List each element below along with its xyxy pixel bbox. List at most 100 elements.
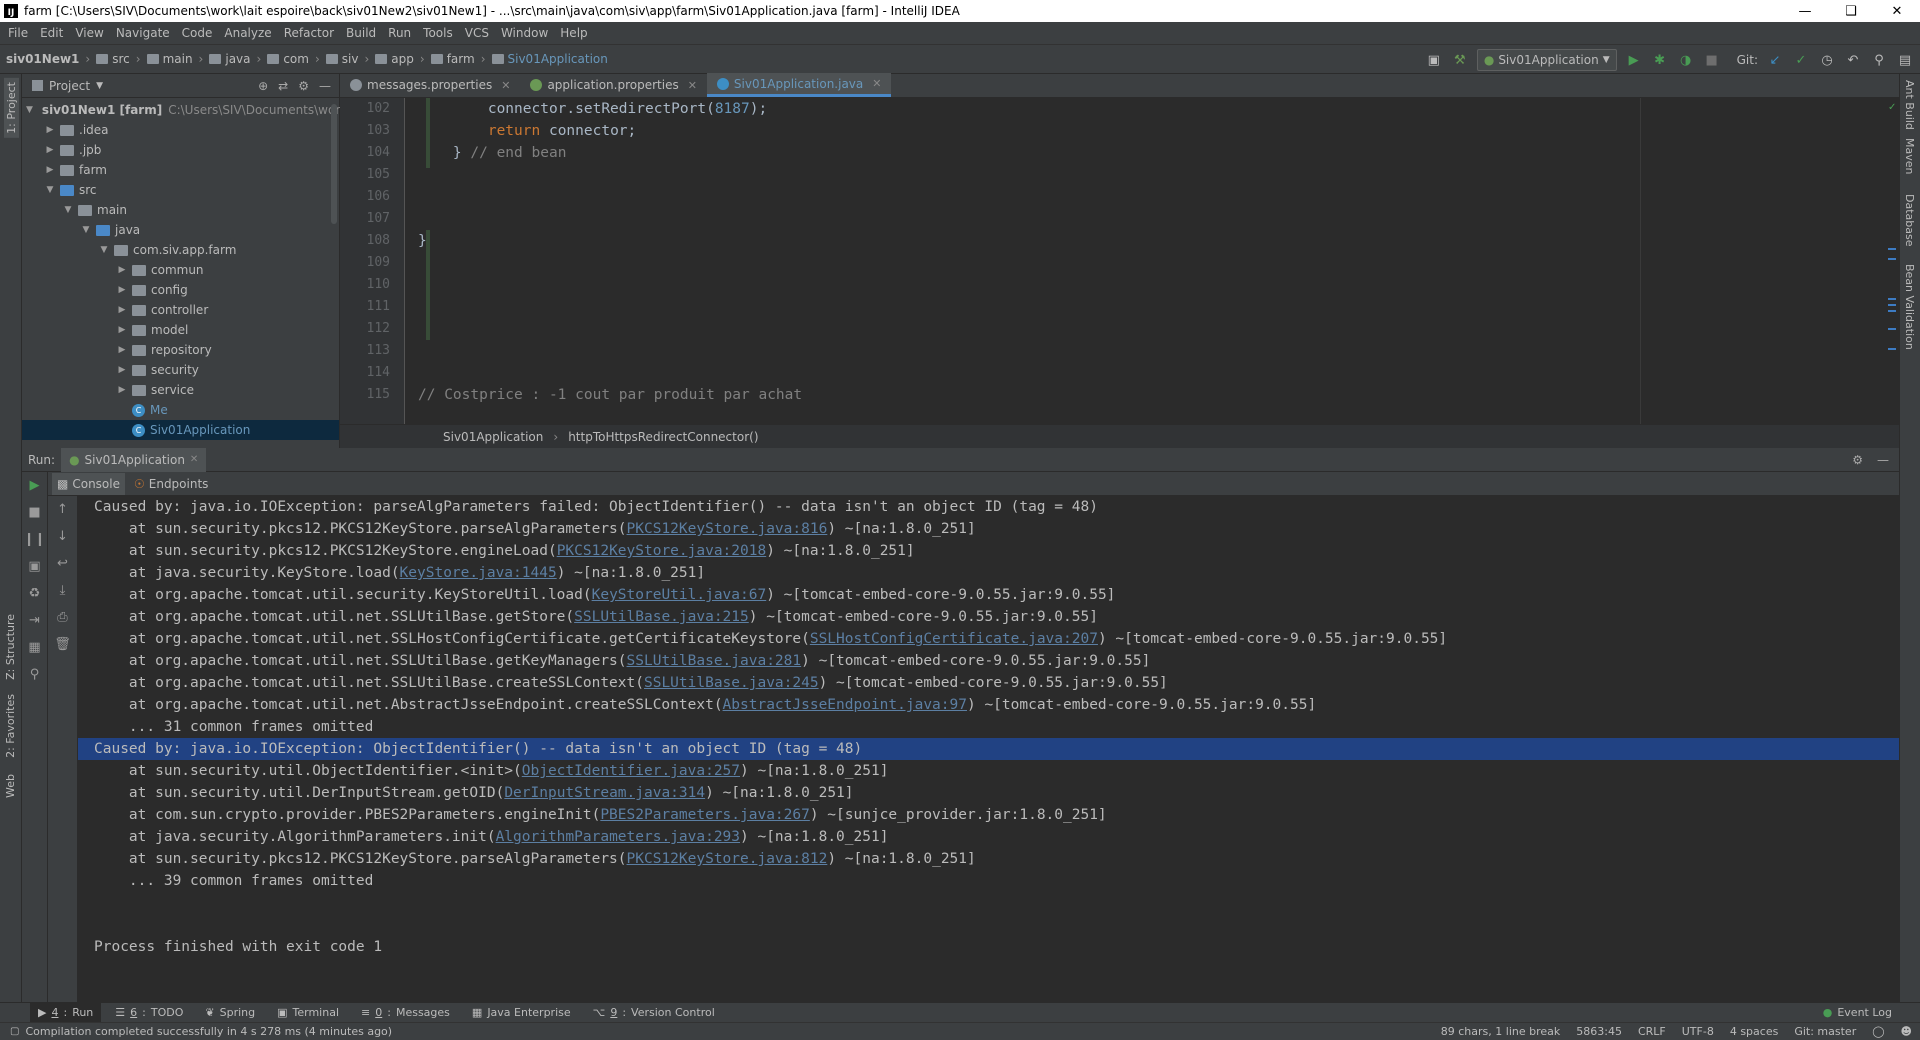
close-icon[interactable]: ✕ <box>190 454 198 465</box>
git-update-icon[interactable]: ↙ <box>1766 51 1784 69</box>
tree-item[interactable]: C Siv01Application <box>22 420 339 440</box>
web-tool-button[interactable]: Web <box>4 774 17 798</box>
chevron-down-icon[interactable]: ▼ <box>98 245 110 255</box>
lock-icon[interactable]: ◯ <box>1864 1025 1892 1038</box>
scroll-to-end-icon[interactable]: ⤓ <box>48 577 77 604</box>
close-icon[interactable]: ✕ <box>688 79 697 92</box>
source-link[interactable]: SSLHostConfigCertificate.java:207 <box>810 631 1098 647</box>
pin-icon[interactable]: ⚲ <box>22 661 47 688</box>
editor-tab[interactable]: Siv01Application.java ✕ <box>706 73 892 97</box>
bottom-tab-terminal[interactable]: ▣ Terminal <box>269 1003 347 1023</box>
status-message[interactable]: Compilation completed successfully in 4 … <box>25 1025 1432 1038</box>
chevron-right-icon[interactable]: ▶ <box>116 365 128 375</box>
presentation-icon[interactable]: ▤ <box>1896 51 1914 69</box>
breadcrumb-item[interactable]: main › <box>146 52 210 66</box>
menu-item-window[interactable]: Window <box>495 26 554 40</box>
indent-setting[interactable]: 4 spaces <box>1722 1025 1787 1038</box>
tree-item[interactable]: ▶ model <box>22 320 339 340</box>
source-link[interactable]: PKCS12KeyStore.java:812 <box>627 851 828 867</box>
breadcrumb-item[interactable]: src › <box>96 52 146 66</box>
chevron-right-icon[interactable]: ▶ <box>44 145 56 155</box>
source-link[interactable]: ObjectIdentifier.java:257 <box>522 763 740 779</box>
hector-icon[interactable]: ☻ <box>1893 1025 1920 1038</box>
breadcrumb-item[interactable]: farm › <box>430 52 492 66</box>
breadcrumb-item[interactable]: com › <box>267 52 325 66</box>
arrow-up-icon[interactable]: ↑ <box>48 496 77 523</box>
structure-tool-button[interactable]: Z: Structure <box>4 614 17 680</box>
chevron-right-icon[interactable]: ▶ <box>116 345 128 355</box>
debug-icon[interactable]: ✱ <box>1651 51 1669 69</box>
layout-icon[interactable]: ▦ <box>22 634 47 661</box>
build-hammer-icon[interactable]: ⚒ <box>1451 51 1469 69</box>
print-icon[interactable]: ⎙ <box>48 604 77 631</box>
bottom-tab-java-enterprise[interactable]: ▦ Java Enterprise <box>464 1003 579 1023</box>
chevron-right-icon[interactable]: ▶ <box>116 265 128 275</box>
menu-item-file[interactable]: File <box>2 26 34 40</box>
menu-item-help[interactable]: Help <box>554 26 593 40</box>
restore-layout-icon[interactable]: ♻ <box>22 580 47 607</box>
exit-icon[interactable]: ⇥ <box>22 607 47 634</box>
menu-item-code[interactable]: Code <box>176 26 219 40</box>
tree-item[interactable]: ▼ com.siv.app.farm <box>22 240 339 260</box>
chevron-down-icon[interactable]: ▼ <box>62 205 74 215</box>
console-tab[interactable]: ▩ Console <box>52 472 125 495</box>
breadcrumb-item[interactable]: app › <box>375 52 430 66</box>
run-config-tab[interactable]: ● Siv01Application ✕ <box>61 447 207 472</box>
caret-position[interactable]: 5863:45 <box>1568 1025 1630 1038</box>
source-link[interactable]: AbstractJsseEndpoint.java:97 <box>723 697 967 713</box>
trash-icon[interactable]: 🗑 <box>48 631 77 658</box>
locate-file-icon[interactable]: ⊕ <box>258 79 268 93</box>
breadcrumb-item[interactable]: siv › <box>325 52 376 66</box>
right-tool-ant-build[interactable]: Ant Build <box>1903 80 1916 130</box>
source-link[interactable]: AlgorithmParameters.java:293 <box>496 829 740 845</box>
project-panel-title[interactable]: Project <box>49 79 90 93</box>
menu-item-run[interactable]: Run <box>382 26 417 40</box>
endpoints-tab[interactable]: ☉ Endpoints <box>129 473 213 495</box>
source-link[interactable]: SSLUtilBase.java:215 <box>574 609 749 625</box>
bottom-tab-version-control[interactable]: ⌥ 9: Version Control <box>585 1003 723 1023</box>
tree-item[interactable]: ▶ .jpb <box>22 140 339 160</box>
tree-item[interactable]: ▶ config <box>22 280 339 300</box>
coverage-icon[interactable]: ◑ <box>1677 51 1695 69</box>
bottom-tab-spring[interactable]: ❦ Spring <box>197 1003 263 1023</box>
breadcrumb-item[interactable]: java › <box>209 52 267 66</box>
source-link[interactable]: DerInputStream.java:314 <box>504 785 705 801</box>
breadcrumb-class[interactable]: Siv01Application <box>443 430 543 444</box>
arrow-down-icon[interactable]: ↓ <box>48 523 77 550</box>
hide-panel-icon[interactable]: — <box>319 79 331 93</box>
chevron-down-icon[interactable]: ▼ <box>80 225 92 235</box>
chevron-down-icon[interactable]: ▼ <box>44 185 56 195</box>
git-rollback-icon[interactable]: ↶ <box>1844 51 1862 69</box>
menu-item-edit[interactable]: Edit <box>34 26 69 40</box>
run-configuration-select[interactable]: ● Siv01Application ▼ <box>1476 49 1617 71</box>
source-link[interactable]: KeyStore.java:1445 <box>400 565 557 581</box>
menu-item-tools[interactable]: Tools <box>417 26 459 40</box>
source-link[interactable]: KeyStoreUtil.java:67 <box>592 587 767 603</box>
source-link[interactable]: SSLUtilBase.java:281 <box>627 653 802 669</box>
soft-wrap-icon[interactable]: ↩ <box>48 550 77 577</box>
tree-item[interactable]: ▼ java <box>22 220 339 240</box>
git-commit-icon[interactable]: ✓ <box>1792 51 1810 69</box>
menu-item-analyze[interactable]: Analyze <box>218 26 277 40</box>
breadcrumb-method[interactable]: httpToHttpsRedirectConnector() <box>568 430 758 444</box>
menu-item-vcs[interactable]: VCS <box>459 26 495 40</box>
right-tool-maven[interactable]: Maven <box>1903 138 1916 174</box>
git-branch[interactable]: Git: master <box>1786 1025 1864 1038</box>
project-structure-icon[interactable]: ▣ <box>1425 51 1443 69</box>
code-editor[interactable]: 102 103 104 105 106 107 108 109 110 111 112 113 114 1… <box>340 98 1899 424</box>
gear-icon[interactable]: ⚙ <box>298 79 309 93</box>
rerun-icon[interactable]: ▶ <box>22 472 47 499</box>
collapse-all-icon[interactable]: ⇄ <box>278 79 288 93</box>
minimize-button[interactable]: — <box>1782 0 1828 22</box>
tree-item[interactable]: ▶ controller <box>22 300 339 320</box>
pause-icon[interactable]: ❙❙ <box>22 526 47 553</box>
camera-icon[interactable]: ▣ <box>22 553 47 580</box>
chevron-right-icon[interactable]: ▶ <box>116 285 128 295</box>
bottom-tab-todo[interactable]: ☰ 6: TODO <box>107 1003 191 1023</box>
tree-item[interactable]: ▼ main <box>22 200 339 220</box>
search-everywhere-icon[interactable]: ⚲ <box>1870 51 1888 69</box>
event-log-button[interactable]: ● Event Log <box>1815 1003 1920 1023</box>
tree-item[interactable]: ▶ service <box>22 380 339 400</box>
gear-icon[interactable]: ⚙ <box>1852 453 1863 467</box>
project-scrollbar[interactable] <box>331 104 337 224</box>
